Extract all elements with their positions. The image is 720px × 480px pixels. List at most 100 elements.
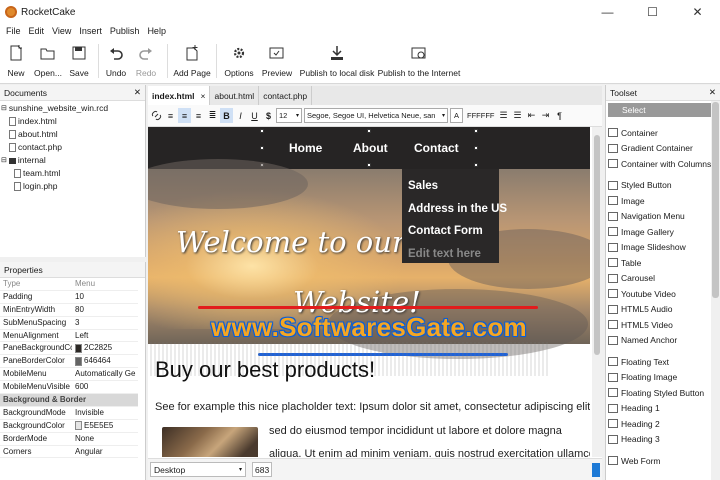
align-justify-icon[interactable]: ≣	[206, 108, 219, 123]
font-family-select[interactable]: Segoe, Segoe UI, Helvetica Neue, san ▾	[304, 108, 448, 123]
undo-button[interactable]: Undo	[103, 38, 129, 84]
close-documents-icon[interactable]: ✕	[134, 87, 141, 98]
prop-value[interactable]: 600	[72, 381, 138, 395]
selection-handle[interactable]	[367, 163, 371, 167]
publish-local-button[interactable]: Publish to local disk	[297, 38, 377, 84]
tool-heading-2[interactable]: Heading 2	[606, 416, 720, 432]
page-heading[interactable]: Buy our best products!	[155, 357, 375, 383]
view-mode-select[interactable]: Desktop ▾	[150, 462, 246, 477]
tool-gradient-container[interactable]: Gradient Container	[606, 141, 720, 157]
submenu-item-contact-form[interactable]: Contact Form	[402, 220, 499, 243]
redo-button[interactable]: Redo	[129, 38, 163, 84]
align-left-icon[interactable]: ≡	[164, 108, 177, 123]
prop-value[interactable]: Automatically Ge	[72, 368, 138, 382]
tool-container[interactable]: Container	[606, 125, 720, 141]
tree-item-contact[interactable]: contact.php	[0, 141, 145, 154]
page-canvas[interactable]: Home About Contact Welcome to our Websit…	[148, 127, 590, 457]
tool-web-form[interactable]: Web Form	[606, 453, 720, 469]
tool-floating-styled-button[interactable]: Floating Styled Button	[606, 385, 720, 401]
color-value[interactable]: FFFFFF	[465, 108, 495, 123]
tree-item-team[interactable]: team.html	[0, 167, 145, 180]
tree-item-index[interactable]: index.html	[0, 115, 145, 128]
prop-value[interactable]: 80	[72, 304, 138, 317]
body-text-line1[interactable]: See for example this nice placholder tex…	[155, 401, 590, 413]
align-right-icon[interactable]: ≡	[192, 108, 205, 123]
selection-handle[interactable]	[367, 129, 371, 133]
new-button[interactable]: New	[0, 38, 32, 84]
selection-handle[interactable]	[474, 163, 478, 167]
indent-more-icon[interactable]: ⇥	[539, 108, 552, 123]
text-color-button[interactable]: A	[450, 108, 463, 123]
prop-value[interactable]: Left	[72, 330, 138, 343]
selection-handle[interactable]	[474, 129, 478, 133]
paragraph-icon[interactable]: ¶	[553, 108, 566, 123]
strikethrough-icon[interactable]: $	[262, 108, 275, 123]
tool-image-gallery[interactable]: Image Gallery	[606, 224, 720, 240]
tool-image[interactable]: Image	[606, 193, 720, 209]
tool-select[interactable]: Select	[608, 103, 718, 117]
italic-icon[interactable]: I	[234, 108, 247, 123]
minimize-button[interactable]: —	[585, 0, 630, 24]
tool-container-columns[interactable]: Container with Columns	[606, 156, 720, 172]
font-size-select[interactable]: 12 ▾	[276, 108, 302, 123]
options-button[interactable]: Options	[221, 38, 257, 84]
close-tab-icon[interactable]: ×	[201, 91, 206, 101]
tool-heading-1[interactable]: Heading 1	[606, 401, 720, 417]
tool-carousel[interactable]: Carousel	[606, 271, 720, 287]
tool-image-slideshow[interactable]: Image Slideshow	[606, 240, 720, 256]
save-button[interactable]: Save	[64, 38, 94, 84]
tool-html5-audio[interactable]: HTML5 Audio	[606, 302, 720, 318]
menu-publish[interactable]: Publish	[110, 26, 140, 36]
content-image[interactable]	[162, 427, 258, 457]
prop-value[interactable]: 2C2825	[72, 342, 138, 356]
body-text-line3[interactable]: aliqua. Ut enim ad minim veniam, quis no…	[269, 448, 590, 457]
align-center-icon[interactable]: ≡	[178, 108, 191, 123]
body-text-line2[interactable]: sed do eiusmod tempor incididunt ut labo…	[269, 425, 562, 437]
tool-heading-3[interactable]: Heading 3	[606, 432, 720, 448]
nav-about[interactable]: About	[353, 141, 388, 155]
tab-index[interactable]: index.html ×	[148, 86, 211, 105]
close-window-button[interactable]: ✕	[675, 0, 720, 24]
width-slider-handle[interactable]	[592, 462, 600, 477]
bullet-list-icon[interactable]: ☰	[497, 108, 510, 123]
numbered-list-icon[interactable]: ☰	[511, 108, 524, 123]
menu-file[interactable]: File	[6, 26, 21, 36]
submenu-dropdown[interactable]: Sales Address in the US Contact Form Edi…	[402, 169, 507, 263]
tree-item-internal-folder[interactable]: ⊟ internal	[0, 154, 145, 167]
tool-table[interactable]: Table	[606, 255, 720, 271]
scrollbar-thumb[interactable]	[594, 135, 600, 355]
bold-icon[interactable]: B	[220, 108, 233, 123]
indent-less-icon[interactable]: ⇤	[525, 108, 538, 123]
tab-contact[interactable]: contact.php	[259, 86, 313, 105]
close-toolset-icon[interactable]: ✕	[709, 87, 716, 98]
tree-item-login[interactable]: login.php	[0, 180, 145, 193]
tool-navigation-menu[interactable]: Navigation Menu	[606, 209, 720, 225]
publish-internet-button[interactable]: Publish to the Internet	[377, 38, 461, 84]
page-width-field[interactable]: 683	[252, 462, 272, 477]
preview-button[interactable]: Preview	[257, 38, 297, 84]
tool-html5-video[interactable]: HTML5 Video	[606, 317, 720, 333]
submenu-item-sales[interactable]: Sales	[402, 175, 499, 198]
toolset-scrollbar[interactable]	[711, 101, 720, 480]
submenu-item-address[interactable]: Address in the US	[402, 198, 507, 221]
menu-help[interactable]: Help	[147, 26, 166, 36]
prop-value[interactable]: Angular	[72, 446, 138, 459]
editor-scrollbar[interactable]	[592, 127, 602, 457]
scrollbar-thumb[interactable]	[712, 102, 719, 298]
maximize-button[interactable]: ☐	[630, 0, 675, 24]
prop-value[interactable]: E5E5E5	[72, 420, 138, 433]
link-icon[interactable]	[150, 108, 163, 123]
tool-youtube-video[interactable]: Youtube Video	[606, 286, 720, 302]
tree-item-project[interactable]: ⊟ sunshine_website_win.rcd	[0, 102, 145, 115]
nav-contact[interactable]: Contact	[414, 141, 459, 155]
tool-floating-text[interactable]: Floating Text	[606, 354, 720, 370]
tab-about[interactable]: about.html	[210, 86, 260, 105]
underline-icon[interactable]: U	[248, 108, 261, 123]
prop-value[interactable]: 646464	[72, 355, 138, 369]
prop-value[interactable]: None	[72, 433, 138, 446]
tool-styled-button[interactable]: Styled Button	[606, 178, 720, 194]
selection-handle[interactable]	[474, 146, 478, 150]
prop-value[interactable]: 10	[72, 291, 138, 304]
selection-handle[interactable]	[260, 146, 264, 150]
add-page-button[interactable]: Add Page	[172, 38, 212, 84]
